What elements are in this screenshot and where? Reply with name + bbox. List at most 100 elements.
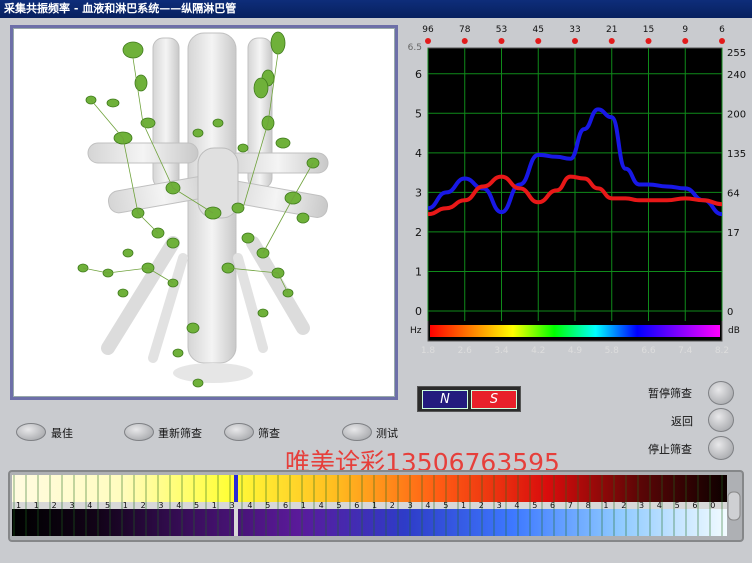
scan-button[interactable] (224, 423, 254, 441)
spectrum-label: 4 (319, 501, 324, 510)
top-tick-dot (498, 38, 505, 44)
spectrum-label: 1 (123, 501, 128, 510)
top-tick-label: 21 (606, 25, 617, 35)
bottom-tick-label: 4.9 (568, 346, 583, 356)
top-tick-dot (461, 38, 468, 44)
spectrum-label: 5 (675, 501, 680, 510)
rescan-button[interactable] (124, 423, 154, 441)
spectrum-label: 3 (408, 501, 413, 510)
spectrum-label: 3 (158, 501, 163, 510)
top-tick-label: 78 (459, 25, 471, 35)
top-tick-label: 6 (719, 25, 725, 35)
bottom-tick-label: 7.4 (678, 346, 693, 356)
y-right-tick-label: 240 (727, 70, 746, 81)
spectrum-label: 1 (16, 501, 21, 510)
spectrum-label: 2 (390, 501, 395, 510)
spectrum-label: 5 (532, 501, 537, 510)
spectrum-label: 6 (550, 501, 555, 510)
test-button[interactable] (342, 423, 372, 441)
bottom-tick-label: 8.2 (715, 346, 729, 356)
spectrum-label: 1 (603, 501, 608, 510)
top-tick-label: 9 (682, 25, 688, 35)
top-tick-dot (645, 38, 652, 44)
spectrum-label: 4 (176, 501, 181, 510)
y-left-tick-label: 5 (415, 107, 422, 120)
spectrum-label: 6 (283, 501, 288, 510)
window-title: 采集共振频率 - 血液和淋巴系统——纵隔淋巴管 (0, 0, 752, 18)
x-unit-label: Hz (410, 326, 422, 336)
spectrum-label: 5 (265, 501, 270, 510)
spectrum-label: 7 (568, 501, 573, 510)
spectrum-label: 2 (141, 501, 146, 510)
back-label: 返回 (671, 415, 693, 428)
y-left-tick-label: 1 (415, 265, 422, 278)
bottom-tick-label: 3.4 (494, 346, 509, 356)
top-tick-dot (682, 38, 689, 44)
y-left-tick-label: 2 (415, 226, 422, 239)
spectrum-label: 1 (34, 501, 39, 510)
best-button[interactable] (16, 423, 46, 441)
spectrum-top-band (12, 475, 727, 502)
top-tick-dot (425, 38, 431, 44)
pause-scan-label: 暂停筛查 (648, 387, 692, 400)
top-tick-label: 96 (422, 25, 434, 35)
pause-scan-button[interactable] (708, 381, 734, 405)
y-right-tick-label: 255 (727, 48, 746, 59)
s-button[interactable]: S (471, 390, 517, 409)
chart-svg: 96 78 53 45 33 21 15 9 61.8 2.6 3.4 4.2 4.9 5.8 6.6 7.4… (408, 25, 746, 356)
y-right-tick-label: 17 (727, 228, 740, 239)
y-left-tick-label: 6 (415, 68, 422, 81)
y-left-tick-label: 6.5 (408, 43, 422, 53)
spectrum-label: 4 (514, 501, 519, 510)
top-tick-label: 53 (496, 25, 507, 35)
spectrum-mid-divider (12, 502, 727, 509)
spectrum-label: 2 (52, 501, 57, 510)
bottom-tick-label: 1.8 (421, 346, 436, 356)
top-tick-dot (572, 38, 578, 44)
spectrum-label: 1 (301, 501, 306, 510)
spectrum-label: 0 (710, 501, 715, 510)
spectrum-label: 4 (425, 501, 430, 510)
spectrum-label: 1 (461, 501, 466, 510)
spectrum-label: 4 (87, 501, 92, 510)
rainbow-bar (430, 325, 720, 337)
n-button[interactable]: N (422, 390, 468, 409)
spectrum-label: 8 (586, 501, 591, 510)
spectrum-label: 1 (372, 501, 377, 510)
spectrum-label: 3 (230, 501, 235, 510)
top-tick-label: 45 (533, 25, 544, 35)
top-tick-dot (608, 38, 615, 44)
spectrum-label: 1 (212, 501, 217, 510)
spectrum-panel: 1 1 2 3 4 5 1 2 3 4 5 1 3 4 5 6 1 4 5 6 1 2 3 4 5 1 2 3 4 5 6 7 8 1 2 3 4 5 6 0 (8, 470, 744, 542)
top-tick-dot (535, 38, 542, 44)
y-right-tick-label: 135 (727, 149, 746, 160)
spectrum-label: 2 (621, 501, 626, 510)
spectrum-label: 3 (497, 501, 502, 510)
bottom-tick-label: 6.6 (641, 346, 656, 356)
top-tick-label: 15 (643, 25, 654, 35)
bottom-tick-label: 4.2 (531, 346, 545, 356)
spectrum-svg: 1 1 2 3 4 5 1 2 3 4 5 1 3 4 5 6 1 4 5 6 1 2 3 4 5 1 2 3 4 5 6 7 8 1 2 3 4 5 6 0 (12, 475, 741, 536)
spectrum-marker-top (234, 475, 238, 502)
best-label: 最佳 (51, 427, 73, 440)
lymph-illustration (77, 31, 329, 388)
rescan-label: 重新筛查 (158, 427, 202, 440)
back-button[interactable] (708, 408, 734, 432)
spectrum-label: 5 (194, 501, 199, 510)
spectrum-label: 5 (336, 501, 341, 510)
y-right-tick-label: 0 (727, 307, 733, 318)
spectrum-label: 4 (657, 501, 662, 510)
stop-scan-button[interactable] (708, 436, 734, 460)
spectrum-label: 3 (639, 501, 644, 510)
y-right-tick-label: 64 (727, 188, 740, 199)
spectrum-marker-bottom (234, 509, 238, 536)
anatomy-image (10, 25, 398, 400)
spectrum-label: 5 (105, 501, 110, 510)
y-right-tick-label: 200 (727, 109, 746, 120)
test-label: 测试 (376, 427, 398, 440)
spectrum-end-knob (727, 491, 741, 521)
y-left-tick-label: 0 (415, 305, 422, 318)
bottom-tick-label: 5.8 (605, 346, 620, 356)
spectrum-bottom-band (12, 509, 727, 536)
spectrum-label: 6 (354, 501, 359, 510)
